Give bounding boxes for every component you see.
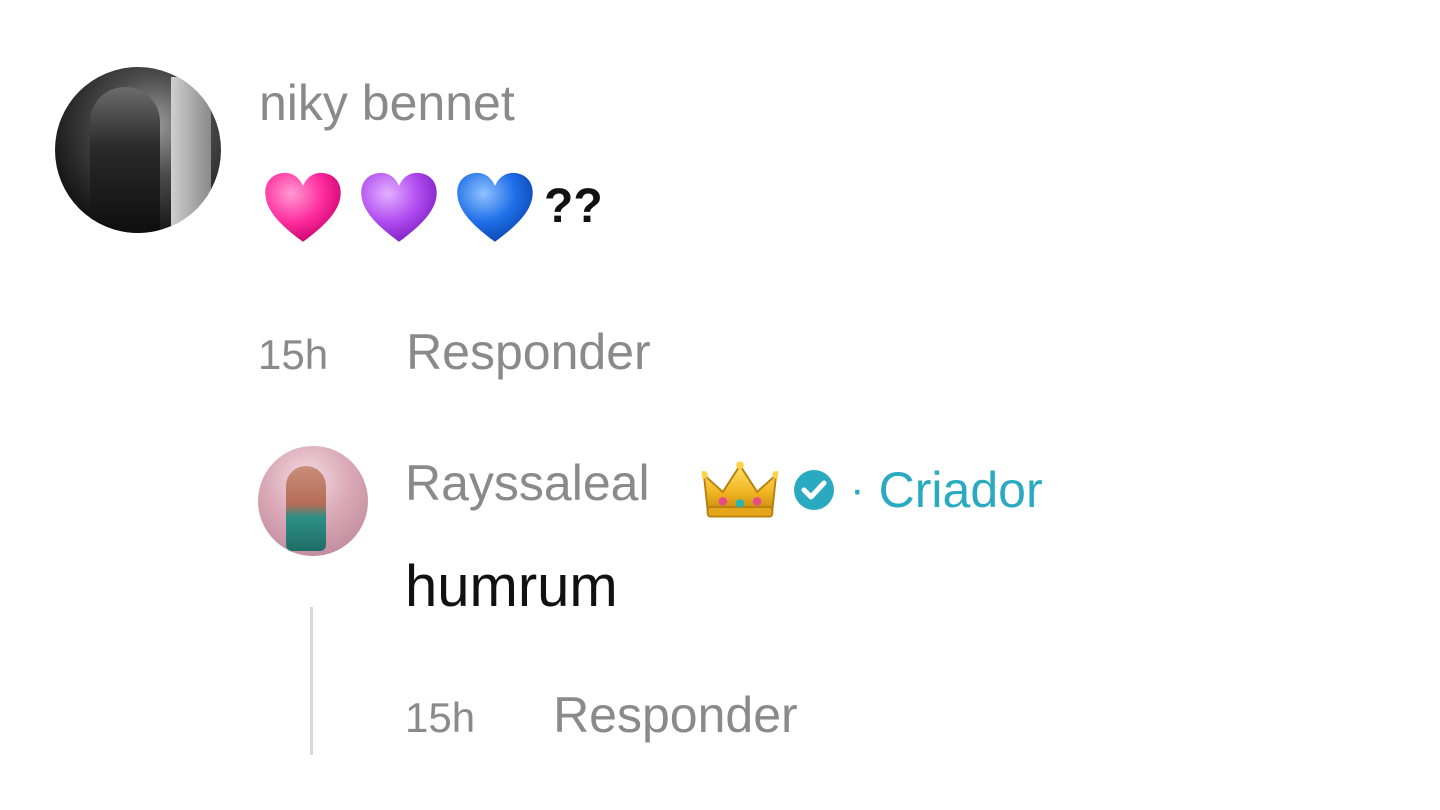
avatar[interactable]	[55, 67, 221, 233]
comment-timestamp: 15h	[258, 331, 329, 378]
reply-timestamp: 15h	[405, 694, 476, 741]
creator-label: Criador	[878, 462, 1043, 518]
comment-username[interactable]: niky bennet	[259, 74, 515, 132]
reply-text: humrum	[405, 554, 618, 619]
reply-username[interactable]: Rayssaleal	[405, 454, 650, 512]
pink-heart-icon	[265, 172, 341, 242]
crown-icon	[702, 461, 778, 518]
comment-text: ??	[262, 168, 603, 250]
comment-text-suffix: ??	[544, 179, 603, 233]
avatar-photo-figure	[90, 87, 160, 233]
verified-icon	[794, 470, 834, 510]
reply-meta: 15h Responder	[405, 686, 798, 744]
reply-to-reply-button[interactable]: Responder	[553, 686, 798, 744]
reply-badges: · Criador	[702, 458, 1043, 522]
separator-dot: ·	[850, 465, 865, 514]
thread-line	[310, 607, 313, 755]
reply-avatar[interactable]	[258, 446, 368, 556]
purple-heart-icon	[361, 172, 437, 242]
reply-button[interactable]: Responder	[406, 323, 651, 381]
avatar-photo-background	[171, 77, 211, 227]
comment-meta: 15h Responder	[258, 323, 651, 381]
blue-heart-icon	[457, 172, 533, 242]
reply-avatar-photo-figure	[286, 466, 326, 551]
comments-view: niky bennet ?? 15h Responder Rayssaleal …	[0, 0, 1440, 810]
